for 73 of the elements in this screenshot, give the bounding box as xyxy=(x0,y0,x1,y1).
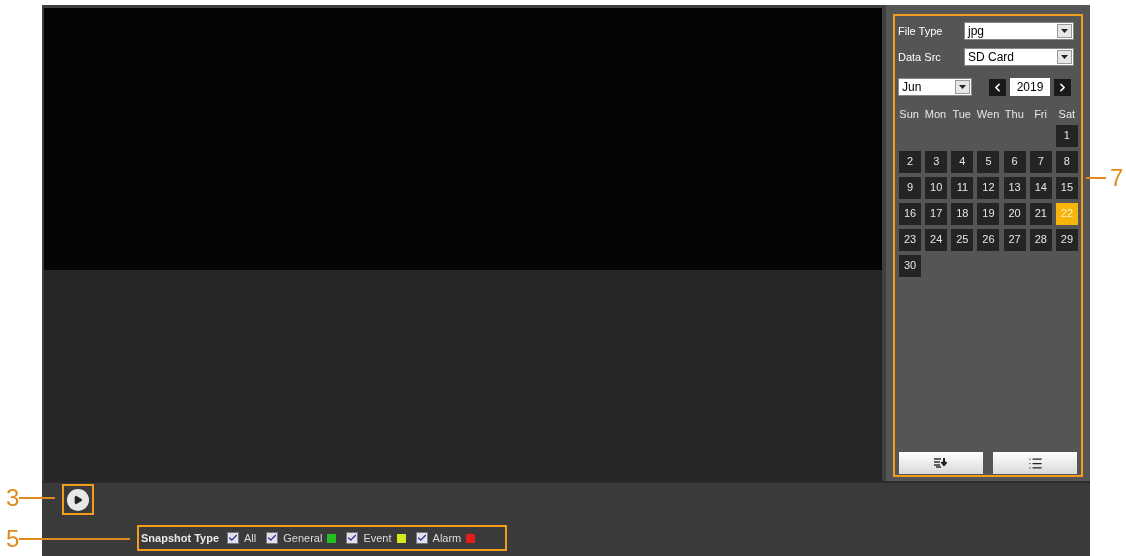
weekday-label: Fri xyxy=(1033,107,1048,122)
checkbox[interactable] xyxy=(227,532,240,544)
weekday-label: Sun xyxy=(898,107,920,122)
calendar-day[interactable]: 7 xyxy=(1029,150,1052,173)
calendar-day[interactable]: 28 xyxy=(1029,228,1052,251)
calendar-day[interactable]: 24 xyxy=(925,228,948,251)
calendar-day[interactable]: 19 xyxy=(977,202,1000,225)
calendar-day[interactable]: 20 xyxy=(1003,202,1026,225)
select-field[interactable]: jpg xyxy=(964,22,1074,40)
calendar-day[interactable]: 1 xyxy=(1055,124,1078,147)
callout-label: 7 xyxy=(1110,166,1124,190)
year-field[interactable]: 2019 xyxy=(1010,78,1050,96)
checkbox[interactable] xyxy=(266,532,279,544)
filter-label: Snapshot Type xyxy=(141,530,220,546)
list-button[interactable] xyxy=(993,452,1077,474)
calendar-day[interactable]: 29 xyxy=(1055,228,1078,251)
download-list-icon xyxy=(934,458,948,468)
checkbox-label: All xyxy=(244,530,257,546)
play-icon xyxy=(73,494,83,505)
check-icon xyxy=(267,533,278,543)
calendar-day[interactable]: 25 xyxy=(951,228,974,251)
check-icon xyxy=(347,533,358,543)
checkbox-label: Alarm xyxy=(432,530,462,546)
caret-icon xyxy=(1061,55,1068,59)
calendar-day[interactable]: 12 xyxy=(977,176,1000,199)
calendar-day[interactable]: 17 xyxy=(925,202,948,225)
callout-label: 3 xyxy=(6,486,20,510)
calendar-day[interactable]: 18 xyxy=(951,202,974,225)
calendar-day[interactable]: 10 xyxy=(925,176,948,199)
callout-label: 5 xyxy=(6,527,20,551)
weekday-label: Thu xyxy=(1003,107,1025,122)
calendar-day[interactable]: 9 xyxy=(899,176,922,199)
calendar-day[interactable]: 4 xyxy=(951,150,974,173)
calendar-day[interactable]: 5 xyxy=(977,150,1000,173)
download-button[interactable] xyxy=(899,452,983,474)
leader-line xyxy=(19,497,56,499)
checkbox-label: Event xyxy=(363,530,392,546)
field-label: File Type xyxy=(898,23,944,39)
leader-line xyxy=(1086,177,1106,179)
next-year-button[interactable] xyxy=(1054,78,1071,96)
dropdown-button[interactable] xyxy=(955,80,970,94)
calendar-day[interactable]: 11 xyxy=(951,176,974,199)
checkbox[interactable] xyxy=(415,532,428,544)
weekday-label: Sat xyxy=(1057,107,1077,122)
calendar-day[interactable]: 3 xyxy=(925,150,948,173)
caret-icon xyxy=(959,85,966,89)
dropdown-button[interactable] xyxy=(1057,24,1072,38)
checkbox[interactable] xyxy=(346,532,359,544)
calendar-day[interactable]: 14 xyxy=(1029,176,1052,199)
calendar-day[interactable]: 21 xyxy=(1029,202,1052,225)
calendar-day[interactable]: 6 xyxy=(1003,150,1026,173)
calendar-day[interactable]: 30 xyxy=(899,254,922,277)
weekday-label: Mon xyxy=(924,107,947,122)
calendar-day[interactable]: 26 xyxy=(977,228,1000,251)
select-field[interactable]: SD Card xyxy=(964,48,1074,66)
weekday-label: Wen xyxy=(976,107,1000,122)
checkbox-label: General xyxy=(283,530,323,546)
field-label: Data Src xyxy=(898,49,942,65)
calendar-day[interactable]: 2 xyxy=(899,150,922,173)
calendar-day[interactable]: 13 xyxy=(1003,176,1026,199)
dropdown-button[interactable] xyxy=(1057,50,1072,64)
list-icon xyxy=(1027,455,1043,471)
select-field[interactable]: Jun xyxy=(898,78,972,96)
previous-year-button[interactable] xyxy=(989,78,1006,96)
check-icon xyxy=(416,533,427,543)
check-icon xyxy=(228,533,239,543)
caret-icon xyxy=(1061,29,1068,33)
calendar-day[interactable]: 23 xyxy=(899,228,922,251)
calendar-day[interactable]: 8 xyxy=(1055,150,1078,173)
weekday-label: Tue xyxy=(951,107,972,122)
calendar-day[interactable]: 27 xyxy=(1003,228,1026,251)
calendar-day[interactable]: 15 xyxy=(1055,176,1078,199)
calendar-day[interactable]: 16 xyxy=(899,202,922,225)
